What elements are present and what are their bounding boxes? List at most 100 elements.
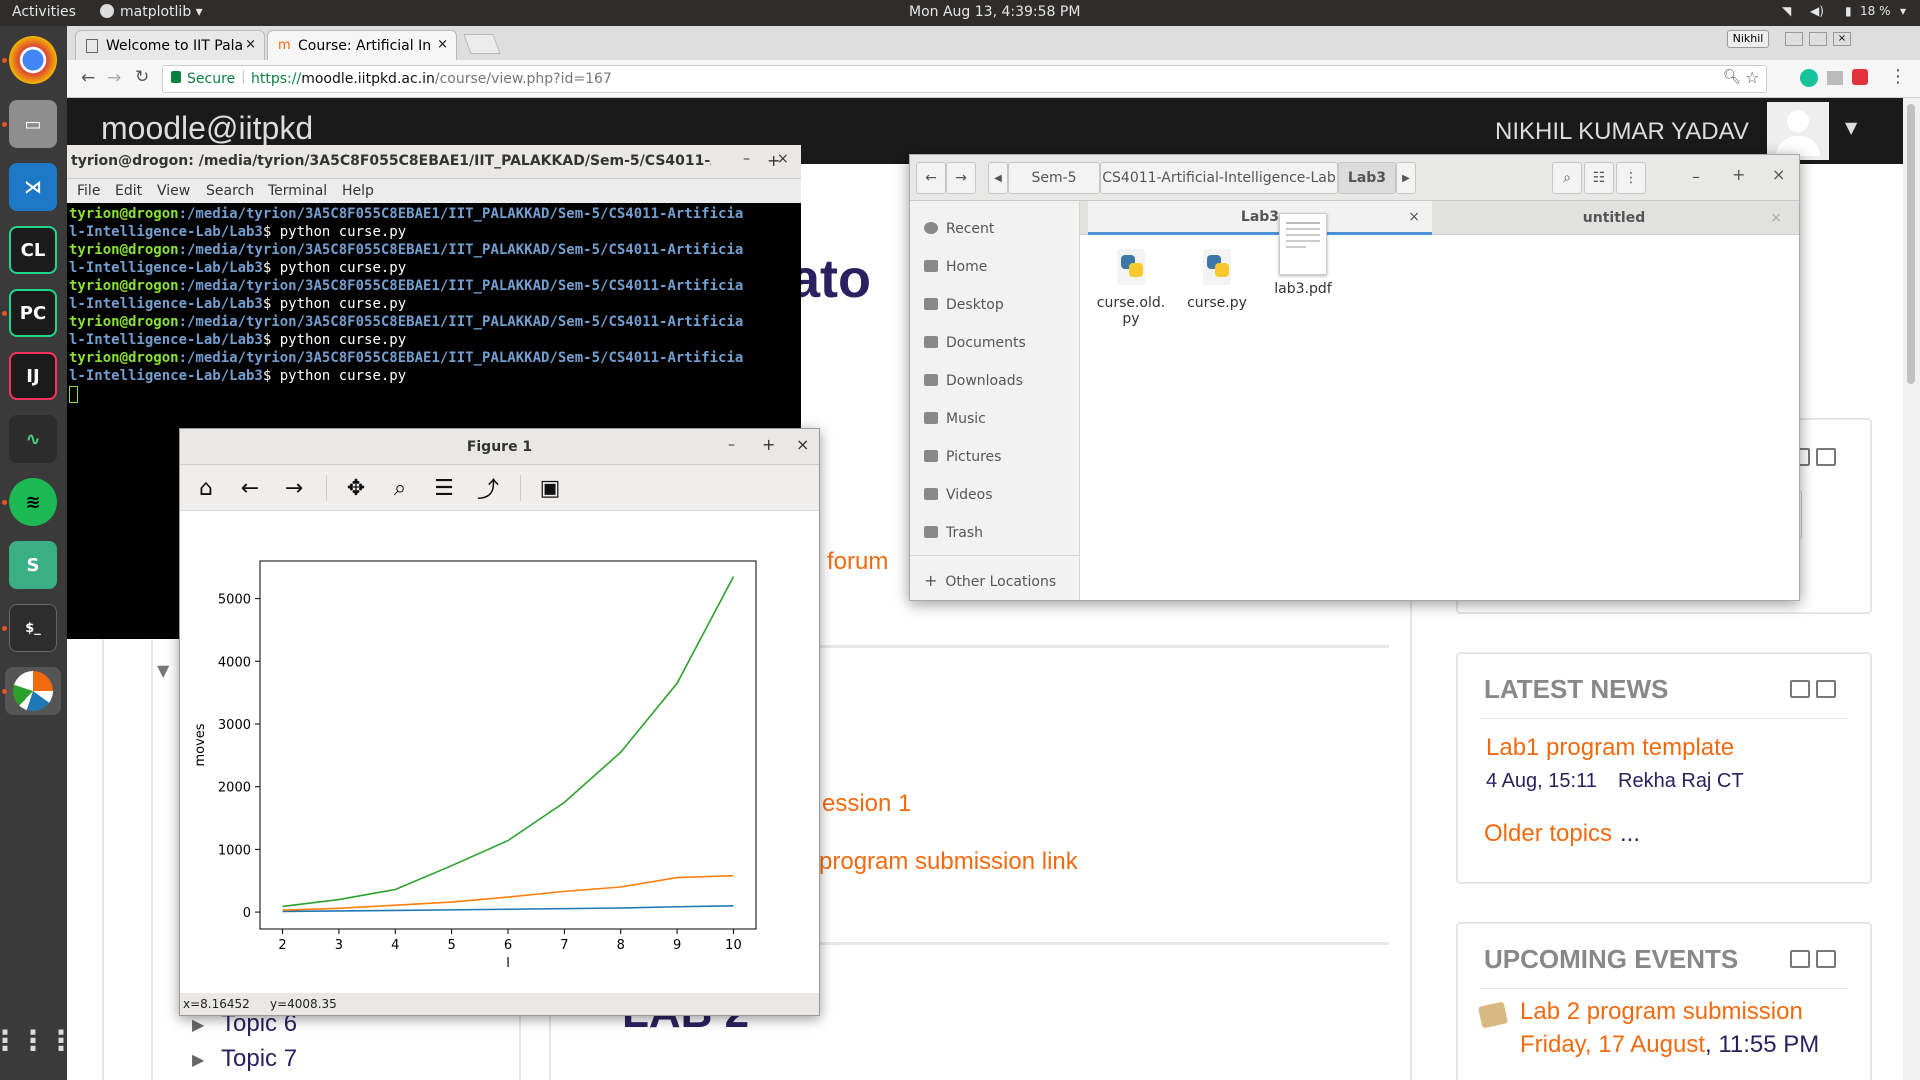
grammarly-icon[interactable] <box>1800 69 1818 87</box>
terminal-icon[interactable]: $_ <box>9 604 57 652</box>
clock[interactable]: Mon Aug 13, 4:39:58 PM <box>909 4 1080 20</box>
back-icon[interactable]: ← <box>234 473 266 503</box>
event-link[interactable]: Lab 2 program submission <box>1520 998 1803 1026</box>
intellij-icon[interactable]: IJ <box>9 352 57 400</box>
close-button[interactable]: × <box>796 435 809 454</box>
menu-edit[interactable]: Edit <box>115 183 142 199</box>
expand-triangle-icon[interactable]: ▶ <box>192 1015 204 1034</box>
reload-icon[interactable]: ↻ <box>135 67 149 87</box>
close-tab-icon[interactable]: × <box>1770 210 1782 226</box>
session-link[interactable]: ession 1 <box>822 790 911 818</box>
chrome-menu-icon[interactable]: ⋮ <box>1889 66 1907 87</box>
back-icon[interactable]: ← <box>916 162 946 194</box>
menu-help[interactable]: Help <box>342 183 374 199</box>
back-icon[interactable]: ← <box>81 68 95 88</box>
file-item[interactable]: lab3.pdf <box>1260 213 1346 297</box>
spotify-icon[interactable]: ≋ <box>9 478 57 526</box>
new-tab-button[interactable] <box>463 34 501 54</box>
maximize-button[interactable]: + <box>762 435 775 454</box>
page-scrollbar[interactable] <box>1903 98 1920 1080</box>
close-button[interactable]: × <box>1772 165 1785 184</box>
volume-icon[interactable]: ◀) <box>1810 4 1824 18</box>
sidebar-item-desktop[interactable]: Desktop <box>924 297 1004 313</box>
save-icon[interactable]: ▣ <box>534 473 566 503</box>
view-options-icon[interactable]: ☷ <box>1584 162 1614 194</box>
path-scroll-left-icon[interactable]: ◀ <box>988 162 1008 194</box>
chrome-icon[interactable] <box>9 36 57 84</box>
files-icon[interactable]: ▭ <box>9 100 57 148</box>
breadcrumb-ai-lab[interactable]: CS4011-Artificial-Intelligence-Lab <box>1100 162 1338 194</box>
sidebar-item-music[interactable]: Music <box>924 411 986 427</box>
show-applications-icon[interactable]: ⋮⋮⋮ <box>0 1016 75 1064</box>
pycharm-icon[interactable]: PC <box>9 289 57 337</box>
sidebar-item-videos[interactable]: Videos <box>924 487 993 503</box>
bookmark-star-icon[interactable]: ☆ <box>1745 68 1759 87</box>
close-tab-icon[interactable]: × <box>1408 209 1420 225</box>
plot-canvas[interactable]: 2 3 4 5 6 7 8 9 10 0 1000 2000 3000 4000 5000 l moves <box>180 511 819 993</box>
clion-icon[interactable]: CL <box>9 226 57 274</box>
user-name[interactable]: NIKHIL KUMAR YADAV <box>1495 118 1749 146</box>
dock-block-icon[interactable] <box>1816 950 1836 968</box>
wifi-icon[interactable]: ◥ <box>1782 4 1791 18</box>
close-button[interactable]: × <box>777 151 789 167</box>
configure-subplots-icon[interactable]: ☰ <box>428 473 460 503</box>
search-icon[interactable]: ⌕ <box>1552 162 1582 194</box>
maximize-button[interactable]: + <box>1732 165 1745 184</box>
app-menu[interactable]: matplotlib ▾ <box>100 4 203 20</box>
scrollbar-thumb[interactable] <box>1907 104 1915 384</box>
battery-icon[interactable]: ▮ <box>1845 4 1852 18</box>
extension-icon[interactable] <box>1827 71 1843 85</box>
news-post-link[interactable]: Lab1 program template <box>1486 734 1734 762</box>
sidebar-item-documents[interactable]: Documents <box>924 335 1026 351</box>
home-icon[interactable]: ⌂ <box>190 473 222 503</box>
close-window-button[interactable]: × <box>1833 32 1851 46</box>
sidebar-item-other-locations[interactable]: + Other Locations <box>924 571 1056 590</box>
tab-welcome[interactable]: Welcome to IIT Pala × <box>75 30 265 60</box>
sidebar-item-trash[interactable]: Trash <box>924 525 983 541</box>
figure-titlebar[interactable]: Figure 1 – + × <box>180 429 819 465</box>
slack-icon[interactable]: S <box>9 541 57 589</box>
system-monitor-icon[interactable]: ∿ <box>9 415 57 463</box>
minimize-button[interactable]: – <box>1692 167 1700 186</box>
path-scroll-right-icon[interactable]: ▶ <box>1396 162 1416 194</box>
address-bar[interactable]: Secure | https://moodle.iitpkd.ac.in/cou… <box>162 65 1767 93</box>
file-item[interactable]: curse.py <box>1174 245 1260 311</box>
forward-icon[interactable]: → <box>946 162 976 194</box>
menu-terminal[interactable]: Terminal <box>268 183 327 199</box>
tab-untitled[interactable]: untitled × <box>1434 201 1794 235</box>
forward-icon[interactable]: → <box>278 473 310 503</box>
menu-icon[interactable]: ⋮ <box>1616 162 1646 194</box>
activities-button[interactable]: Activities <box>12 4 76 20</box>
forward-icon[interactable]: → <box>107 68 121 88</box>
zoom-icon[interactable]: ⌕ <box>384 473 416 503</box>
maximize-button[interactable] <box>1809 32 1827 46</box>
tab-course[interactable]: m Course: Artificial In × <box>267 30 457 60</box>
minimize-block-icon[interactable] <box>1790 950 1810 968</box>
close-tab-icon[interactable]: × <box>437 37 448 52</box>
dock-block-icon[interactable] <box>1816 448 1836 466</box>
matplotlib-dock-icon[interactable] <box>5 667 61 715</box>
minimize-button[interactable] <box>1785 32 1803 46</box>
forum-link[interactable]: forum <box>827 548 888 576</box>
user-menu-chevron-down-icon[interactable]: ▼ <box>1845 118 1857 137</box>
sidebar-item-home[interactable]: Home <box>924 259 987 275</box>
expand-triangle-icon[interactable]: ▶ <box>192 1050 204 1069</box>
minimize-button[interactable]: – <box>743 151 750 167</box>
minimize-block-icon[interactable] <box>1790 680 1810 698</box>
breadcrumb-sem5[interactable]: Sem-5 <box>1008 162 1100 194</box>
vscode-icon[interactable]: ⋊ <box>9 163 57 211</box>
file-item[interactable]: curse.old. py <box>1088 245 1174 327</box>
sidebar-item-downloads[interactable]: Downloads <box>924 373 1023 389</box>
older-topics-link[interactable]: Older topics <box>1484 820 1612 848</box>
sidebar-item-recent[interactable]: Recent <box>924 221 994 237</box>
terminal-titlebar[interactable]: tyrion@drogon: /media/tyrion/3A5C8F055C8… <box>67 145 801 179</box>
menu-search[interactable]: Search <box>206 183 254 199</box>
pan-icon[interactable]: ✥ <box>340 473 372 503</box>
avatar[interactable] <box>1767 102 1829 160</box>
profile-button[interactable]: Nikhil <box>1727 30 1769 48</box>
minimize-button[interactable]: – <box>728 437 735 453</box>
menu-view[interactable]: View <box>157 183 190 199</box>
zoom-icon[interactable]: 🔍︎ <box>1723 69 1741 85</box>
breadcrumb-lab3[interactable]: Lab3 <box>1338 162 1396 194</box>
system-menu-icon[interactable]: ▾ <box>1900 4 1906 18</box>
